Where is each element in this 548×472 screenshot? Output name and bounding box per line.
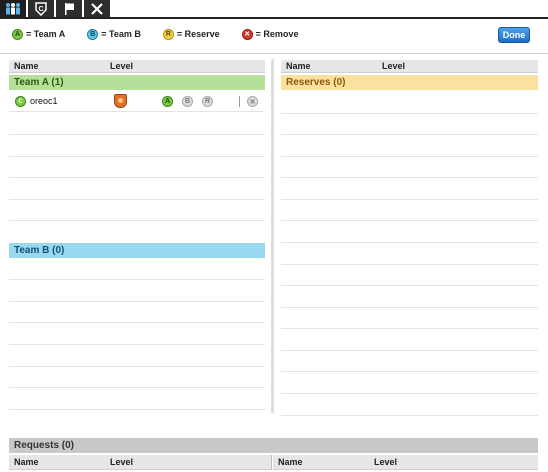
empty-slot-line	[281, 350, 538, 351]
close-icon	[91, 2, 103, 15]
empty-slot-line	[281, 328, 538, 329]
left-header-name[interactable]: Name	[14, 61, 39, 71]
empty-slot-line	[9, 134, 265, 135]
requests-right-header: Name Level	[273, 455, 538, 470]
empty-slot-line	[281, 199, 538, 200]
empty-slot-line	[281, 242, 538, 243]
legend-team-b: B = Team B	[87, 28, 141, 40]
empty-slot-line	[281, 113, 538, 114]
empty-slot-line	[281, 134, 538, 135]
requests-right-header-level[interactable]: Level	[374, 457, 397, 467]
requests-right-header-name[interactable]: Name	[278, 457, 303, 467]
empty-slot-line	[281, 220, 538, 221]
column-splitter-handle[interactable]	[271, 59, 274, 413]
empty-slot-line	[9, 156, 265, 157]
reserves-section-header: Reserves (0)	[281, 75, 538, 90]
empty-slot-line	[281, 264, 538, 265]
left-header-level[interactable]: Level	[110, 61, 133, 71]
flag-tab-button[interactable]	[56, 0, 84, 17]
legend-reserve-label: = Reserve	[176, 29, 220, 39]
flag-icon	[65, 2, 74, 15]
remove-player-button[interactable]: ✕	[247, 96, 258, 107]
assign-team-a-button[interactable]: A	[162, 96, 173, 107]
legend-remove-label: = Remove	[255, 29, 299, 39]
empty-slot-line	[9, 279, 265, 280]
empty-slot-line	[9, 409, 265, 410]
level-badge-icon	[114, 94, 127, 108]
team-b-section-header: Team B (0)	[9, 243, 265, 258]
empty-slot-line	[9, 177, 265, 178]
legend-remove: ✕ = Remove	[241, 28, 299, 40]
row-divider	[239, 96, 240, 107]
close-tab-button[interactable]	[84, 0, 112, 17]
empty-slot-line	[281, 177, 538, 178]
captain-tab-button[interactable]: C	[28, 0, 56, 17]
top-toolbar: C	[0, 0, 133, 17]
captain-icon: C	[35, 1, 47, 16]
legend: A = Team A B = Team B R = Reserve ✕ = Re…	[12, 27, 320, 41]
empty-slot-line	[281, 393, 538, 394]
assign-team-b-button[interactable]: B	[182, 96, 193, 107]
player-name[interactable]: oreoc1	[30, 96, 58, 106]
empty-slot-line	[9, 301, 265, 302]
right-column-header: Name Level	[281, 60, 538, 73]
empty-slot-line	[9, 387, 265, 388]
empty-slot-line	[281, 371, 538, 372]
assign-reserve-button[interactable]: R	[202, 96, 213, 107]
empty-slot-line	[9, 220, 265, 221]
reserve-icon: R	[162, 28, 174, 40]
team-b-icon: B	[87, 28, 99, 40]
toolbar-underline	[0, 17, 548, 19]
team-a-section-header: Team A (1)	[9, 75, 265, 90]
player-row[interactable]: C oreoc1 A B R ✕	[9, 92, 265, 112]
legend-divider	[0, 53, 548, 54]
team-icon	[6, 2, 20, 14]
empty-slot-line	[281, 415, 538, 416]
empty-slot-line	[9, 199, 265, 200]
empty-slot-line	[281, 307, 538, 308]
requests-left-header: Name Level	[9, 455, 272, 470]
requests-section-header: Requests (0)	[9, 438, 538, 453]
requests-left-header-name[interactable]: Name	[14, 457, 39, 467]
done-button[interactable]: Done	[498, 27, 530, 43]
empty-slot-line	[281, 285, 538, 286]
right-header-level[interactable]: Level	[382, 61, 405, 71]
right-header-name[interactable]: Name	[286, 61, 311, 71]
captain-rank-icon: C	[15, 96, 26, 107]
team-a-icon: A	[12, 28, 23, 40]
empty-slot-line	[281, 156, 538, 157]
legend-team-a: A = Team A	[12, 28, 66, 40]
legend-team-b-label: = Team B	[101, 29, 141, 39]
remove-icon: ✕	[241, 28, 253, 40]
empty-slot-line	[9, 344, 265, 345]
empty-slot-line	[9, 366, 265, 367]
team-tab-button[interactable]	[0, 0, 28, 17]
svg-text:C: C	[38, 6, 43, 13]
legend-reserve: R = Reserve	[162, 28, 220, 40]
requests-left-header-level[interactable]: Level	[110, 457, 133, 467]
left-column-header: Name Level	[9, 60, 265, 73]
legend-team-a-label: = Team A	[26, 29, 66, 39]
empty-slot-line	[9, 322, 265, 323]
